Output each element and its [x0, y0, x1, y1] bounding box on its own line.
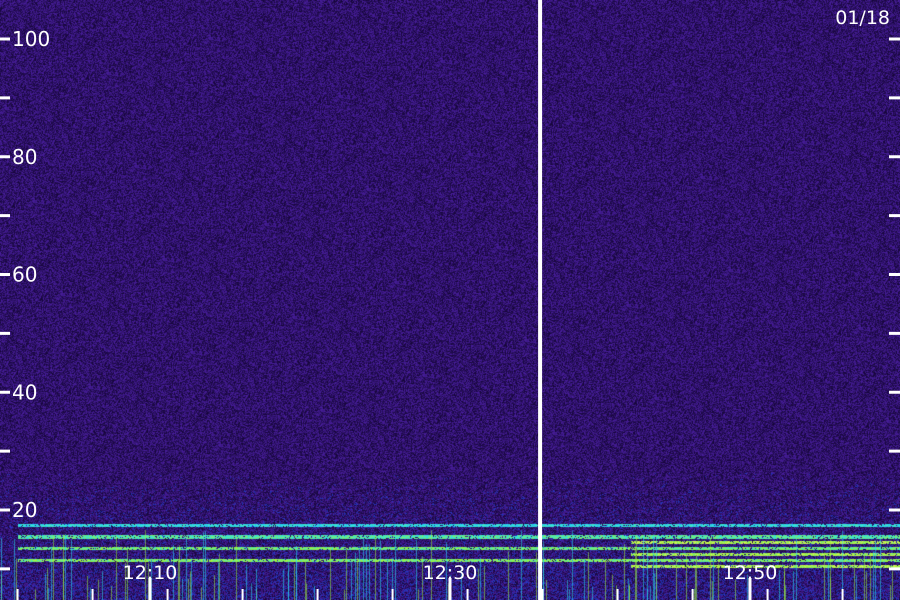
y-axis-left: 20 40 60 80 100 — [0, 27, 50, 571]
y-tick-label-40: 40 — [12, 380, 37, 404]
y-tick-left-20 — [0, 508, 10, 512]
y-tick-left-100 — [0, 37, 10, 41]
x-tick-major-1 — [448, 578, 452, 600]
y-tick-right-100 — [889, 37, 900, 41]
x-tick-minor — [241, 589, 244, 600]
y-tick-left-10 — [0, 567, 10, 571]
x-tick-minor — [391, 589, 394, 600]
y-tick-right-10 — [889, 567, 900, 571]
x-tick-minor — [91, 589, 94, 600]
y-tick-left-60 — [0, 273, 10, 276]
x-tick-minor — [466, 589, 469, 600]
y-tick-right-90 — [889, 96, 900, 100]
x-tick-major-0 — [148, 578, 152, 600]
x-tick-minor — [316, 589, 319, 600]
y-tick-left-30 — [0, 449, 10, 453]
spectrogram-view: 20 40 60 80 100 12:10 12:30 12:50 01/18 — [0, 0, 900, 600]
y-tick-label-100: 100 — [12, 27, 50, 51]
y-tick-label-80: 80 — [12, 145, 37, 169]
y-axis-right — [889, 37, 900, 571]
y-tick-left-40 — [0, 390, 10, 394]
y-tick-right-20 — [889, 508, 900, 512]
date-label: 01/18 — [835, 7, 890, 29]
spectrogram-overlay: 20 40 60 80 100 12:10 12:30 12:50 01/18 — [0, 0, 900, 600]
y-tick-left-70 — [0, 214, 10, 218]
y-tick-right-70 — [889, 214, 900, 218]
x-tick-minor — [16, 589, 19, 600]
x-tick-minor — [766, 589, 769, 600]
x-tick-minor — [616, 589, 619, 600]
y-tick-label-60: 60 — [12, 263, 37, 287]
y-tick-right-50 — [889, 331, 900, 335]
y-tick-right-60 — [889, 273, 900, 276]
x-tick-major-2 — [748, 578, 752, 600]
y-tick-left-80 — [0, 155, 10, 159]
y-tick-label-20: 20 — [12, 498, 37, 522]
y-tick-left-50 — [0, 331, 10, 335]
x-axis: 12:10 12:30 12:50 — [16, 562, 844, 600]
x-tick-minor — [691, 589, 694, 600]
y-tick-left-90 — [0, 96, 10, 100]
y-tick-right-80 — [889, 155, 900, 159]
x-tick-minor — [166, 589, 169, 600]
y-tick-right-30 — [889, 449, 900, 453]
x-tick-minor — [841, 589, 844, 600]
y-tick-right-40 — [889, 390, 900, 394]
